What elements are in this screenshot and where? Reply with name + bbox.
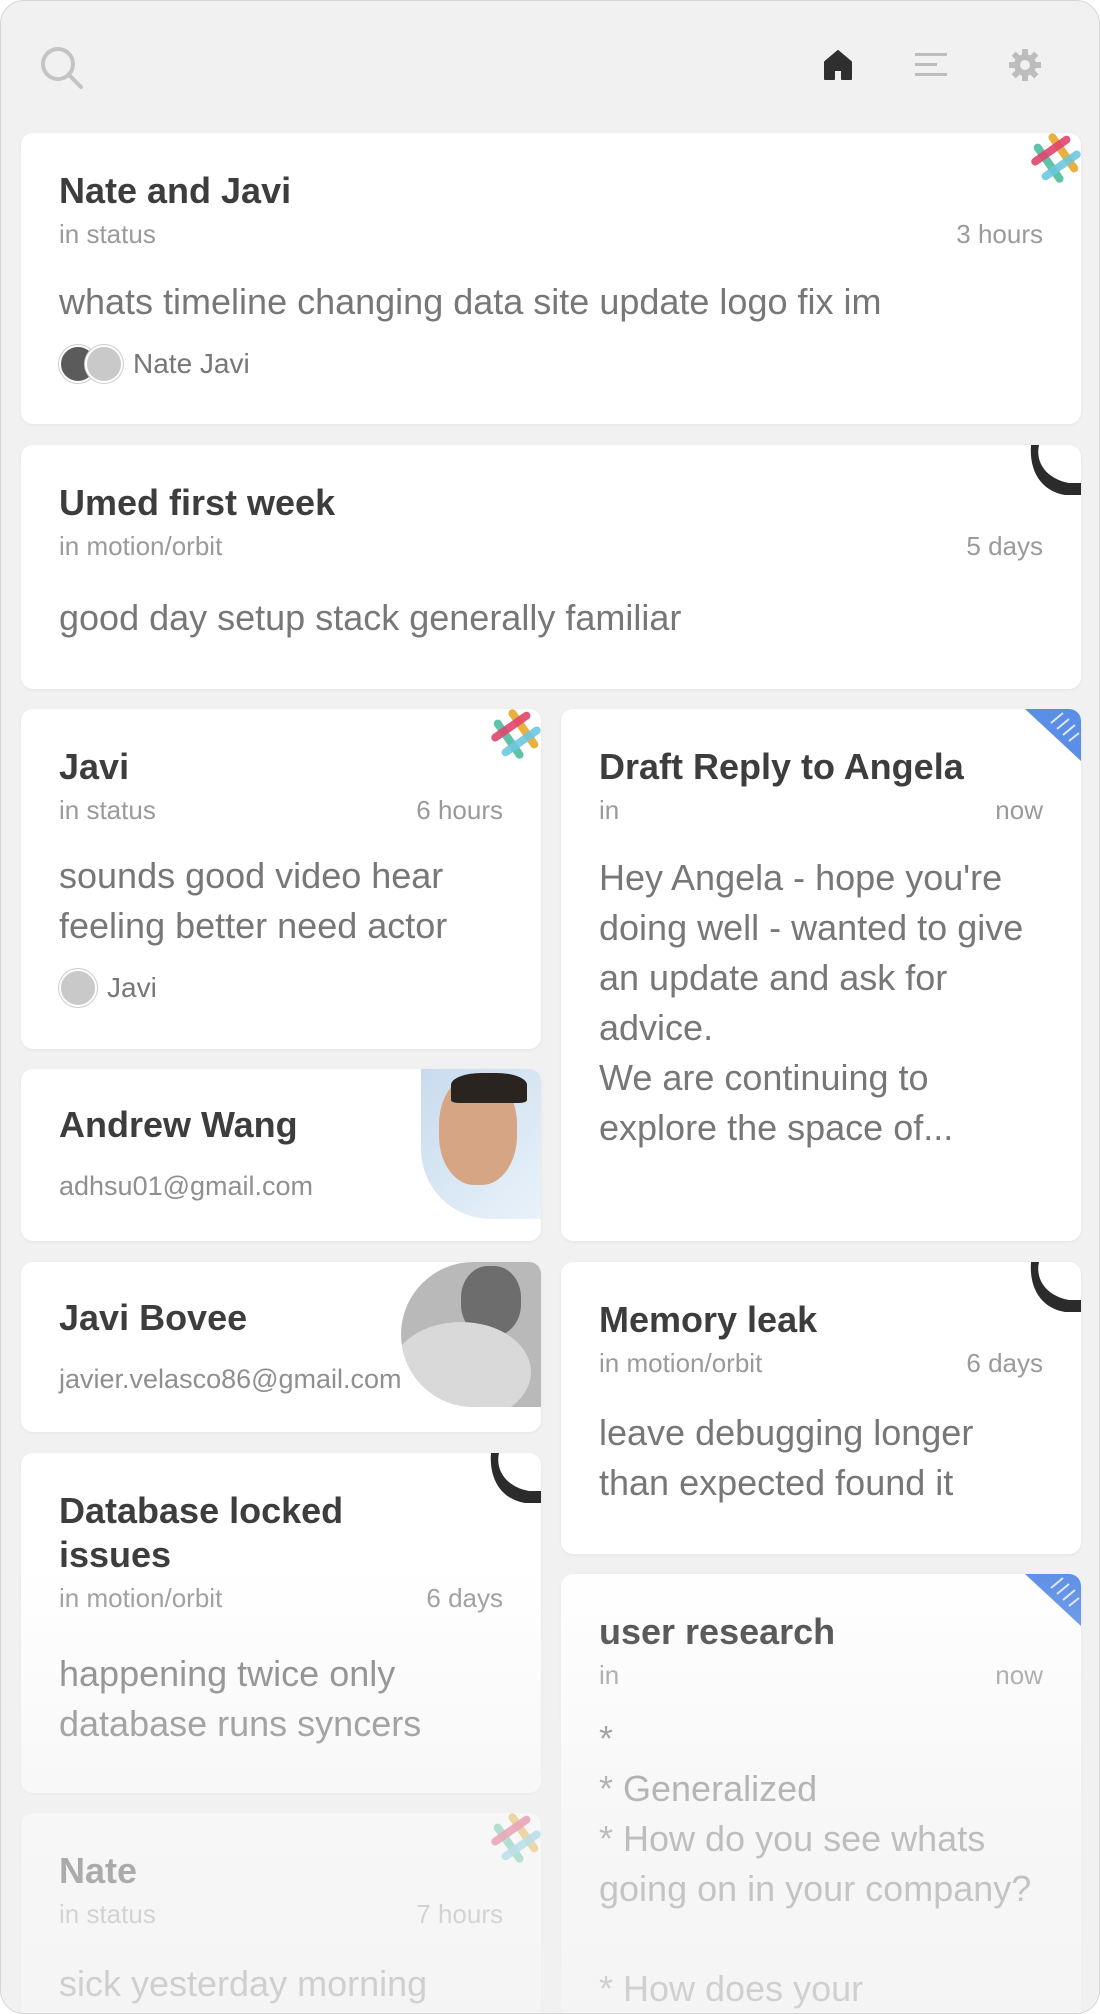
contact-card-andrew[interactable]: Andrew Wang adhsu01@gmail.com <box>21 1069 541 1241</box>
participants-names: Javi <box>107 972 157 1003</box>
slack-icon <box>491 1813 541 1868</box>
thread-time: 6 days <box>966 1348 1043 1378</box>
avatar <box>59 969 97 1007</box>
participants: Nate Javi <box>59 345 250 383</box>
thread-channel: in status <box>59 1899 156 1929</box>
thread-snippet: leave debugging longer than expected fou… <box>599 1412 974 1503</box>
draft-body-line: * Generalized <box>599 1768 818 1809</box>
avatar <box>401 1262 541 1407</box>
note-icon <box>1025 709 1081 766</box>
phone-icon <box>485 1453 541 1508</box>
draft-time: now <box>995 795 1043 825</box>
thread-channel: in motion/orbit <box>599 1348 763 1378</box>
draft-body-line: * How do you see whats going on in your … <box>599 1818 1032 1909</box>
phone-icon <box>1025 1262 1081 1317</box>
contact-card-javi-bovee[interactable]: Javi Bovee javier.velasco86@gmail.com <box>21 1262 541 1432</box>
thread-time: 6 hours <box>416 795 503 825</box>
draft-time: now <box>995 1660 1043 1690</box>
contact-email: adhsu01@gmail.com <box>59 1171 314 1201</box>
menu-icon[interactable] <box>911 47 951 83</box>
thread-time: 5 days <box>966 531 1043 561</box>
draft-title: user research <box>599 1611 836 1652</box>
thread-time: 7 hours <box>416 1899 503 1929</box>
slack-icon <box>1031 133 1081 188</box>
thread-card-umed[interactable]: Umed first week in motion/orbit 5 days g… <box>21 445 1081 689</box>
gear-icon[interactable] <box>1005 45 1045 85</box>
draft-body-line: * How does your <box>599 1968 864 2009</box>
draft-body-line: * <box>599 1718 614 1759</box>
phone-icon <box>1025 445 1081 500</box>
thread-time: 6 days <box>426 1583 503 1613</box>
thread-card-javi[interactable]: Javi in status 6 hours sounds good video… <box>21 709 541 1049</box>
thread-snippet: good day setup stack generally familiar <box>59 597 682 638</box>
thread-channel: in status <box>59 219 156 249</box>
draft-channel: in <box>599 795 620 825</box>
slack-icon <box>491 709 541 764</box>
participants: Javi <box>59 969 157 1007</box>
avatar <box>421 1069 541 1219</box>
thread-channel: in motion/orbit <box>59 531 223 561</box>
thread-snippet: whats timeline changing data site update… <box>59 281 882 322</box>
thread-title: Database locked issues <box>59 1490 344 1575</box>
thread-card-memory-leak[interactable]: Memory leak in motion/orbit 6 days leave… <box>561 1262 1081 1554</box>
thread-snippet: happening twice only database runs synce… <box>59 1653 422 1744</box>
contact-email: javier.velasco86@gmail.com <box>59 1364 402 1394</box>
thread-title: Memory leak <box>599 1299 818 1340</box>
thread-time: 3 hours <box>956 219 1043 249</box>
draft-card-angela[interactable]: Draft Reply to Angela in now Hey Angela … <box>561 709 1081 1241</box>
home-icon[interactable] <box>819 45 857 85</box>
draft-body-paragraph-1: Hey Angela - hope you're doing well - wa… <box>599 857 1024 1048</box>
draft-title: Draft Reply to Angela <box>599 746 964 787</box>
toolbar <box>1 1 1099 131</box>
draft-channel: in <box>599 1660 620 1690</box>
thread-snippet: sick yesterday morning <box>59 1963 428 2004</box>
contact-name: Andrew Wang <box>59 1104 298 1145</box>
app-window: Nate and Javi in status 3 hours whats ti… <box>0 0 1100 2014</box>
thread-channel: in motion/orbit <box>59 1583 223 1613</box>
thread-card-nate[interactable]: Nate in status 7 hours sick yesterday mo… <box>21 1813 541 2013</box>
thread-card-nate-javi[interactable]: Nate and Javi in status 3 hours whats ti… <box>21 133 1081 424</box>
contact-name: Javi Bovee <box>59 1297 248 1338</box>
participants-names: Nate Javi <box>133 348 250 379</box>
thread-snippet: sounds good video hear feeling better ne… <box>59 855 448 946</box>
thread-channel: in status <box>59 795 156 825</box>
note-icon <box>1025 1574 1081 1631</box>
avatar <box>85 345 123 383</box>
thread-title: Nate and Javi <box>59 170 292 211</box>
search-icon[interactable] <box>37 43 87 93</box>
draft-body-paragraph-2: We are continuing to explore the space o… <box>599 1057 954 1148</box>
thread-title: Umed first week <box>59 482 336 523</box>
thread-card-database[interactable]: Database locked issues in motion/orbit 6… <box>21 1453 541 1793</box>
thread-title: Javi <box>59 746 130 787</box>
thread-title: Nate <box>59 1850 138 1891</box>
draft-card-user-research[interactable]: user research in now * * Generalized * H… <box>561 1574 1081 2013</box>
